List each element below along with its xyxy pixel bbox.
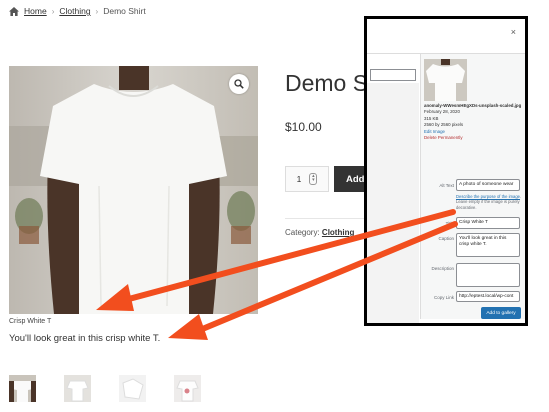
quantity-spinner-icon[interactable]: ▴ ▾ [309,173,318,185]
thumbnail-image [174,375,201,402]
breadcrumb-current: Demo Shirt [103,6,146,16]
gallery-thumbnail[interactable] [64,375,91,402]
breadcrumb-category-link[interactable]: Clothing [59,6,90,16]
title-label: Title [445,221,454,226]
copy-link-field[interactable]: http://eptest.local/wp-cont [456,291,520,302]
thumbnail-image [119,375,146,402]
media-modal: × anomaly-WWesmHEgXDs-unsplash-scaled.jp… [364,16,528,326]
gallery-thumbnail[interactable] [9,375,36,402]
image-caption: Crisp White T [9,318,52,325]
category-link[interactable]: Clothing [322,228,354,237]
gallery-thumbnail[interactable] [119,375,146,402]
zoom-button[interactable] [229,74,249,94]
product-category: Category: Clothing [285,228,354,237]
arrowhead [168,314,208,340]
caption-field[interactable]: You'll look great in this crisp white T. [456,233,520,257]
close-icon[interactable]: × [511,27,516,37]
thumbnail-image [9,375,36,402]
home-icon [9,6,19,16]
quantity-value: 1 [296,174,302,184]
divider [285,218,375,219]
thumbnail-image [64,375,91,402]
gallery-thumbnail[interactable] [174,375,201,402]
title-field[interactable]: Crisp White T [456,217,520,229]
breadcrumb: Home › Clothing › Demo Shirt [9,6,146,16]
product-price: $10.00 [285,120,322,134]
description-field[interactable] [456,263,520,287]
product-photo [9,66,258,314]
alt-text-help: Describe the purpose of the image. Leave… [456,194,522,210]
add-to-gallery-button[interactable]: Add to gallery [481,307,521,319]
magnifier-icon [234,79,244,89]
media-library-grid [367,83,419,323]
attachment-thumbnail [424,59,467,101]
media-search-input[interactable] [370,69,416,81]
breadcrumb-home-link[interactable]: Home [24,6,47,16]
alt-text-label: Alt Text [439,183,454,188]
breadcrumb-separator: › [95,6,99,16]
quantity-input[interactable]: 1 ▴ ▾ [285,166,329,192]
product-image[interactable] [9,66,258,314]
alt-text-field[interactable]: A photo of someone wear [456,179,520,191]
delete-permanently-link[interactable]: Delete Permanently [424,135,525,141]
caption-label: Caption [438,236,454,241]
category-label: Category: [285,228,320,237]
product-description: You'll look great in this crisp white T. [9,333,161,344]
copy-link-label: Copy Link [433,295,454,300]
attachment-info: anomaly-WWesmHEgXDs-unsplash-scaled.jpg … [424,103,525,141]
attachment-image [424,59,467,101]
description-label: Description [431,266,454,271]
breadcrumb-separator: › [51,6,55,16]
alt-text-help-link[interactable]: Describe the purpose of the image [456,194,520,199]
